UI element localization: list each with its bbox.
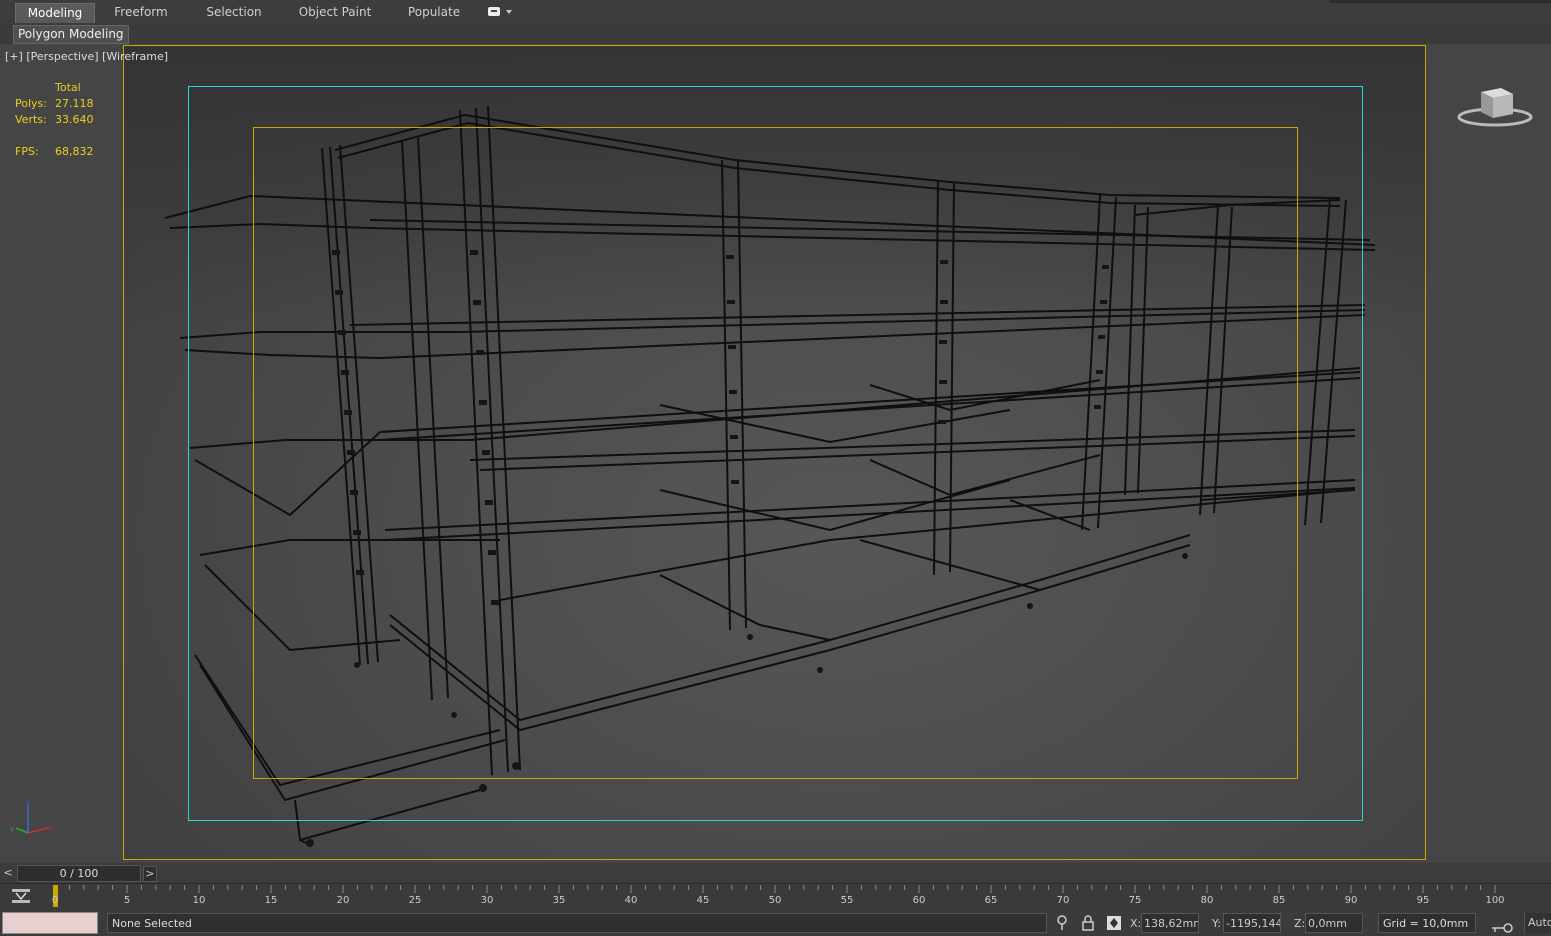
trackbar-tick-label: 45: [696, 895, 710, 906]
viewcube-icon[interactable]: [1455, 82, 1535, 132]
x-coord-label: X:: [1130, 917, 1142, 930]
trackbar-tick-label: 30: [480, 895, 494, 906]
trackbar-tick-label: 50: [768, 895, 782, 906]
trackbar-tick-label: 95: [1416, 895, 1430, 906]
trackbar-tick-label: 70: [1056, 895, 1070, 906]
lock-icon[interactable]: [1080, 914, 1096, 932]
key-icon[interactable]: [1488, 914, 1516, 934]
z-coord-field[interactable]: 0,0mm: [1305, 913, 1363, 933]
trackbar-tick-label: 0: [51, 895, 59, 906]
trackbar-tick-label: 100: [1485, 895, 1505, 906]
trackbar-tick-label: 85: [1272, 895, 1286, 906]
maxscript-listener[interactable]: [2, 912, 98, 934]
time-slider-thumb[interactable]: 0 / 100: [17, 865, 141, 882]
trackbar-tick-label: 75: [1128, 895, 1142, 906]
z-coord-label: Z:: [1294, 917, 1306, 930]
time-slider[interactable]: [0, 863, 1551, 883]
trackbar-tick-label: 90: [1344, 895, 1358, 906]
trackbar-tick-label: 5: [123, 895, 131, 906]
trackbar-tick-label: 60: [912, 895, 926, 906]
trackbar-tick-label: 55: [840, 895, 854, 906]
auto-key-button[interactable]: Auto: [1524, 913, 1551, 933]
trackbar-tick-label: 25: [408, 895, 422, 906]
axis-tripod-icon: z x y: [10, 800, 52, 834]
curve-editor-icon[interactable]: [10, 886, 32, 906]
svg-text:y: y: [10, 825, 14, 833]
grid-size-display: Grid = 10,0mm: [1378, 913, 1476, 933]
absolute-mode-icon[interactable]: [1106, 914, 1122, 932]
trackbar-tick-label: 80: [1200, 895, 1214, 906]
time-slider-next-button[interactable]: >: [143, 866, 157, 882]
y-coord-label: Y:: [1212, 917, 1221, 930]
isolate-selection-icon[interactable]: [1054, 914, 1070, 932]
trackbar-tick-label: 20: [336, 895, 350, 906]
trackbar-tick-label: 10: [192, 895, 206, 906]
svg-text:z: z: [26, 800, 30, 808]
trackbar-tick-label: 65: [984, 895, 998, 906]
trackbar-tick-label: 15: [264, 895, 278, 906]
time-slider-prev-button[interactable]: <: [2, 866, 14, 880]
svg-text:x: x: [48, 824, 52, 832]
selection-status: None Selected: [107, 913, 1047, 933]
trackbar-tick-label: 40: [624, 895, 638, 906]
x-coord-field[interactable]: 138,62mm: [1141, 913, 1199, 933]
y-coord-field[interactable]: -1195,144mm: [1223, 913, 1281, 933]
trackbar-tick-label: 35: [552, 895, 566, 906]
action-safe-frame: [253, 127, 1298, 779]
